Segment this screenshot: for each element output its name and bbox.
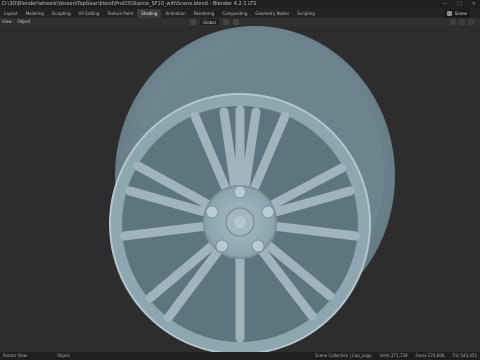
- scene-name: Scene: [454, 11, 467, 16]
- menu-view[interactable]: View: [2, 19, 12, 24]
- tab-compositing[interactable]: Compositing: [218, 9, 251, 18]
- tab-sculpting[interactable]: Sculpting: [48, 9, 75, 18]
- scene-selector[interactable]: Scene: [443, 9, 470, 18]
- center-cap-logo: [234, 216, 246, 228]
- viewport-shading-icon[interactable]: [468, 19, 474, 25]
- scene-icon: [446, 11, 452, 16]
- snap-icon[interactable]: [222, 19, 229, 25]
- tab-rendering[interactable]: Rendering: [190, 9, 218, 18]
- tab-geometry-nodes[interactable]: Geometry Nodes: [251, 9, 293, 18]
- viewport-shading-controls: [450, 19, 474, 25]
- tab-texture-paint[interactable]: Texture Paint: [103, 9, 137, 18]
- workspace-bar: Layout Modeling Sculpting UV Editing Tex…: [0, 8, 480, 18]
- status-bar: Rotate View Object Scene Collection | Ca…: [0, 352, 480, 360]
- tab-uv-editing[interactable]: UV Editing: [75, 9, 104, 18]
- workspace-tabs: Layout Modeling Sculpting UV Editing Tex…: [0, 9, 319, 18]
- tab-modeling[interactable]: Modeling: [22, 9, 48, 18]
- tab-shading[interactable]: Shading: [137, 9, 162, 18]
- status-hints: Rotate View Object: [3, 353, 70, 358]
- overlay-icon[interactable]: [450, 19, 456, 25]
- close-button[interactable]: ✕: [472, 1, 476, 7]
- transform-orientation-dropdown[interactable]: Global: [200, 19, 219, 25]
- transform-controls: Global: [190, 19, 239, 25]
- blender-window: D:\3D\Blender\wheels\Vossen\TopGear\blen…: [0, 0, 480, 360]
- hint-rotate-view: Rotate View: [3, 353, 27, 358]
- window-controls: — □ ✕: [442, 1, 476, 7]
- maximize-button[interactable]: □: [457, 1, 462, 7]
- transform-orientation-label: Global: [203, 19, 216, 25]
- menu-object[interactable]: Object: [18, 19, 31, 24]
- stat-collection: Scene Collection | Cap_Logo: [315, 353, 372, 358]
- wheel-render: [109, 26, 395, 352]
- tab-layout[interactable]: Layout: [0, 9, 22, 18]
- proportional-edit-icon[interactable]: [232, 19, 239, 25]
- viewport-menus: View Object: [2, 19, 31, 24]
- scene-stats: Scene Collection | Cap_Logo Verts 271,72…: [315, 353, 477, 358]
- stat-verts: Verts 271,728: [379, 353, 408, 358]
- minimize-button[interactable]: —: [442, 1, 447, 7]
- tab-scripting[interactable]: Scripting: [293, 9, 319, 18]
- hint-object: Object: [56, 353, 70, 358]
- window-title: D:\3D\Blender\wheels\Vossen\TopGear\blen…: [2, 1, 257, 7]
- xray-icon[interactable]: [459, 19, 465, 25]
- orientation-icon[interactable]: [190, 19, 196, 25]
- stat-faces: Faces 274,608: [415, 353, 445, 358]
- 3d-viewport[interactable]: [0, 26, 480, 352]
- stat-tris: Tris 543,452: [452, 353, 477, 358]
- title-bar: D:\3D\Blender\wheels\Vossen\TopGear\blen…: [0, 0, 480, 8]
- tab-animation[interactable]: Animation: [161, 9, 189, 18]
